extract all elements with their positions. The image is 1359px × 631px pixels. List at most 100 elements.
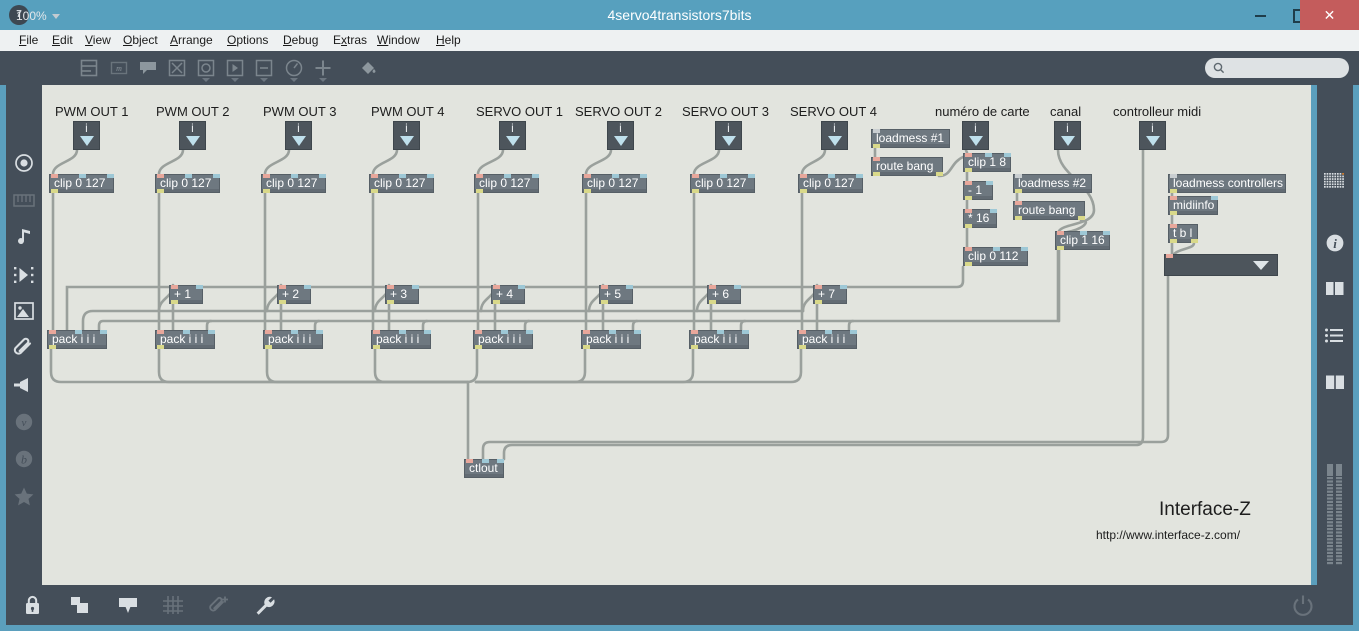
object-pack-2[interactable]: pack i i i — [155, 330, 215, 349]
inlet[interactable] — [584, 174, 591, 178]
object-route-bang-2[interactable]: route bang — [1013, 201, 1085, 220]
inlet[interactable] — [734, 285, 741, 289]
inlet[interactable] — [185, 174, 192, 178]
inlet[interactable] — [107, 174, 114, 178]
lock-icon[interactable] — [21, 594, 45, 616]
object-minus-1[interactable]: - 1 — [963, 181, 993, 200]
inlet[interactable] — [263, 174, 270, 178]
menu-item-arrange[interactable]: Arrange — [163, 30, 220, 51]
outlet[interactable] — [1170, 211, 1177, 215]
slider-object-icon[interactable] — [254, 58, 274, 78]
inlet[interactable] — [965, 153, 972, 157]
outlet[interactable] — [279, 300, 286, 304]
grid-pattern-icon[interactable] — [1317, 170, 1353, 192]
inlet[interactable] — [1170, 196, 1177, 200]
inlet[interactable] — [640, 174, 647, 178]
object-clip-pwm-1[interactable]: clip 0 127 — [49, 174, 114, 193]
inlet[interactable] — [518, 285, 525, 289]
numbox-canal[interactable]: i — [1054, 121, 1081, 150]
two-panes-icon[interactable] — [1317, 278, 1353, 300]
inlet[interactable] — [825, 330, 832, 334]
chevron-down-icon[interactable] — [231, 78, 239, 82]
inlet[interactable] — [1015, 174, 1022, 178]
grid-snap-icon[interactable] — [161, 594, 185, 616]
object-t-b-l[interactable]: t b l — [1168, 224, 1198, 243]
comment-icon[interactable] — [138, 58, 158, 78]
inlet[interactable] — [482, 459, 489, 463]
numbox-pwm-3[interactable]: i — [285, 121, 312, 150]
outlet[interactable] — [1170, 239, 1177, 243]
search-input[interactable] — [1205, 58, 1349, 78]
text-object-icon[interactable]: m — [109, 58, 129, 78]
inlet[interactable] — [965, 181, 972, 185]
inlet[interactable] — [501, 330, 508, 334]
inlet[interactable] — [1057, 231, 1064, 235]
object-route-bang-1[interactable]: route bang — [871, 157, 943, 176]
object-plus-2[interactable]: + 2 — [277, 285, 311, 304]
object-clip-servo-3[interactable]: clip 0 127 — [690, 174, 755, 193]
outlet[interactable] — [263, 189, 270, 193]
inlet[interactable] — [387, 285, 394, 289]
inlet[interactable] — [856, 174, 863, 178]
outlet[interactable] — [965, 224, 972, 228]
inlet[interactable] — [79, 174, 86, 178]
inlet[interactable] — [1080, 231, 1087, 235]
inlet[interactable] — [1170, 224, 1177, 228]
inlet[interactable] — [476, 174, 483, 178]
inlet[interactable] — [692, 174, 699, 178]
inlet[interactable] — [990, 209, 997, 213]
inlet[interactable] — [171, 285, 178, 289]
inlet[interactable] — [504, 174, 511, 178]
outlet[interactable] — [936, 172, 943, 176]
menu-item-options[interactable]: Options — [220, 30, 275, 51]
film-strip-icon[interactable] — [6, 264, 42, 286]
outlet[interactable] — [387, 300, 394, 304]
inlet[interactable] — [840, 285, 847, 289]
chevron-down-icon[interactable] — [202, 78, 210, 82]
inlet[interactable] — [304, 285, 311, 289]
outlet[interactable] — [51, 189, 58, 193]
umenu-controller-list[interactable] — [1164, 254, 1278, 276]
object-times-16[interactable]: * 16 — [963, 209, 997, 228]
music-note-icon[interactable] — [6, 227, 42, 249]
inlet[interactable] — [691, 330, 698, 334]
outlet[interactable] — [265, 345, 272, 349]
numbox-servo-4[interactable]: i — [821, 121, 848, 150]
outlet[interactable] — [799, 345, 806, 349]
object-pack-8[interactable]: pack i i i — [797, 330, 857, 349]
patcher-inspector-icon[interactable] — [79, 58, 99, 78]
object-clip-pwm-2[interactable]: clip 0 127 — [155, 174, 220, 193]
object-ctlout[interactable]: ctlout — [464, 459, 504, 478]
inlet[interactable] — [1004, 153, 1011, 157]
inlet[interactable] — [601, 285, 608, 289]
message-object-icon[interactable] — [225, 58, 245, 78]
inlet[interactable] — [1211, 196, 1218, 200]
inlet[interactable] — [799, 330, 806, 334]
bach-icon[interactable]: b — [6, 448, 42, 470]
paperclip-icon[interactable] — [6, 337, 42, 359]
inlet[interactable] — [965, 209, 972, 213]
inlet[interactable] — [157, 330, 164, 334]
numbox-servo-1[interactable]: i — [499, 121, 526, 150]
inlet[interactable] — [497, 459, 504, 463]
inlet[interactable] — [1021, 247, 1028, 251]
numbox-numero-carte[interactable]: i — [962, 121, 989, 150]
level-meters-icon[interactable] — [1317, 462, 1353, 592]
object-loadmess-2[interactable]: loadmess #2 — [1013, 174, 1092, 193]
outlet[interactable] — [873, 144, 880, 148]
object-pack-3[interactable]: pack i i i — [263, 330, 323, 349]
inlet[interactable] — [412, 285, 419, 289]
object-pack-5[interactable]: pack i i i — [473, 330, 533, 349]
object-clip-1-16[interactable]: clip 1 16 — [1055, 231, 1110, 250]
inlet[interactable] — [183, 330, 190, 334]
outlet[interactable] — [815, 300, 822, 304]
outlet[interactable] — [476, 189, 483, 193]
outlet[interactable] — [1170, 189, 1177, 193]
inlet[interactable] — [75, 330, 82, 334]
minimize-button[interactable] — [1240, 0, 1280, 30]
inlet[interactable] — [815, 285, 822, 289]
close-button[interactable]: ✕ — [1300, 0, 1359, 30]
inlet[interactable] — [717, 330, 724, 334]
inlet[interactable] — [279, 285, 286, 289]
inlet[interactable] — [424, 330, 431, 334]
